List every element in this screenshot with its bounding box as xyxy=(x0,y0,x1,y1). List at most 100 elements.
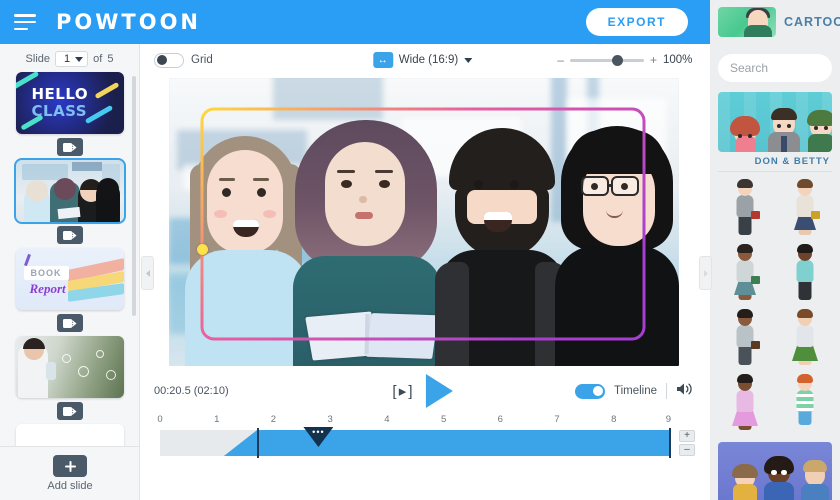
library-character-grid xyxy=(710,172,840,434)
timeline-clip-end-marker[interactable] xyxy=(669,428,671,458)
preview-slide-icon[interactable]: [ ▸ ] xyxy=(392,382,412,400)
timeline-tick: 6 xyxy=(497,414,503,425)
divider xyxy=(666,383,667,399)
zoom-control: – + 100% xyxy=(557,53,697,67)
timeline-fade-in xyxy=(223,430,258,456)
slide-thumbnail-2[interactable] xyxy=(13,158,126,224)
library-tab-label: CARTOON xyxy=(784,15,840,29)
timeline-label: Timeline xyxy=(613,385,657,397)
brand-logo: POWTOON xyxy=(56,10,202,34)
library-item-man-teal-shirt[interactable] xyxy=(776,241,834,304)
library-bottom-banner[interactable] xyxy=(718,442,832,500)
chevron-down-icon xyxy=(75,56,84,62)
search-placeholder: Search xyxy=(730,61,769,75)
add-slide-button[interactable] xyxy=(53,455,87,477)
slide-thumbnail-1[interactable]: HELLO CLASS xyxy=(15,72,124,134)
timeline: 0 1 2 3 4 5 6 7 8 9 ••• + – xyxy=(148,414,697,474)
canvas-wrap xyxy=(146,78,701,366)
playback-right-controls: Timeline xyxy=(574,382,693,401)
grid-toggle[interactable] xyxy=(154,52,184,68)
insert-slide-icon[interactable] xyxy=(56,226,83,244)
play-icon[interactable] xyxy=(425,374,453,408)
canvas-character-photo-girl[interactable] xyxy=(291,116,441,366)
zoom-slider-knob[interactable] xyxy=(611,54,623,66)
slides-panel: Slide 1 of 5 HELLO CLASS BOOK Report Add… xyxy=(0,44,140,500)
slide3-banner-text: BOOK xyxy=(23,266,69,280)
slide-number-value: 1 xyxy=(64,53,71,65)
timeline-tick: 4 xyxy=(384,414,390,425)
export-button[interactable]: EXPORT xyxy=(585,8,688,36)
timeline-zoom-in-button[interactable]: + xyxy=(679,430,695,442)
library-item-businesswoman-blue-skirt[interactable] xyxy=(776,176,834,239)
time-current: 00:20.5 xyxy=(154,385,191,397)
hamburger-icon[interactable] xyxy=(14,14,36,30)
stage-toolbar: Grid ↔ Wide (16:9) – + 100% xyxy=(140,44,705,76)
library-panel: Search DON & BETTY xyxy=(710,44,840,500)
insert-slide-icon[interactable] xyxy=(56,138,83,156)
library-item-woman-green-dress[interactable] xyxy=(776,306,834,369)
slide-list[interactable]: HELLO CLASS BOOK Report xyxy=(0,70,139,446)
speaker-icon[interactable] xyxy=(676,382,693,401)
timeline-tick: 8 xyxy=(611,414,617,425)
insert-slide-icon[interactable] xyxy=(56,402,83,420)
timeline-zoom-controls: + – xyxy=(679,430,695,456)
zoom-out-button[interactable]: – xyxy=(557,53,564,67)
slide1-title-line2: CLASS xyxy=(31,102,88,120)
slides-scrollbar[interactable] xyxy=(132,76,136,316)
slide1-title-line1: HELLO xyxy=(31,85,89,103)
library-banner-title: DON & BETTY xyxy=(754,156,830,167)
library-item-businessman-grey-suit[interactable] xyxy=(716,176,774,239)
library-tab-header[interactable]: CARTOON xyxy=(710,0,840,44)
total-slides: 5 xyxy=(107,53,114,65)
library-item-woman-teal-dress[interactable] xyxy=(716,241,774,304)
slide-counter: Slide 1 of 5 xyxy=(0,44,139,70)
collapse-left-panel-handle[interactable] xyxy=(141,256,154,290)
zoom-in-button[interactable]: + xyxy=(650,53,657,67)
timeline-clip-start-marker[interactable] xyxy=(257,428,260,458)
timeline-tick: 2 xyxy=(270,414,277,425)
slide-word: Slide xyxy=(25,53,51,65)
stage: Grid ↔ Wide (16:9) – + 100% 00:20.5 (02:… xyxy=(140,44,705,500)
library-item-boy-striped-shirt[interactable] xyxy=(776,371,834,434)
timeline-tick: 7 xyxy=(554,414,560,425)
timeline-tick: 3 xyxy=(327,414,333,425)
library-item-man-grey-shirt-briefcase[interactable] xyxy=(716,306,774,369)
collapse-right-panel-handle[interactable] xyxy=(699,256,712,290)
timeline-tick: 0 xyxy=(157,414,163,425)
time-total: (02:10) xyxy=(193,385,229,397)
selection-anchor-dot[interactable] xyxy=(196,244,208,255)
library-tab-thumbnail xyxy=(718,7,776,37)
slide-canvas[interactable] xyxy=(168,78,679,366)
search-input[interactable]: Search xyxy=(718,54,832,82)
aspect-ratio-label: Wide (16:9) xyxy=(398,54,459,66)
aspect-ratio-dropdown[interactable]: ↔ Wide (16:9) xyxy=(372,52,473,68)
zoom-value: 100% xyxy=(663,54,693,66)
canvas-character-bearded-man[interactable] xyxy=(434,128,569,366)
slide-thumbnail-5[interactable] xyxy=(15,424,124,446)
powtoon-editor: POWTOON EXPORT CARTOON Slide 1 of 5 xyxy=(0,0,840,500)
slide3-script-text: Report xyxy=(29,281,66,296)
playback-time: 00:20.5 (02:10) xyxy=(154,385,229,397)
timeline-ruler: 0 1 2 3 4 5 6 7 8 9 xyxy=(157,414,672,430)
timeline-tick: 9 xyxy=(665,414,672,425)
slide-thumbnail-4[interactable] xyxy=(15,336,124,398)
timeline-track[interactable]: ••• xyxy=(160,427,671,458)
canvas-character-glasses-girl[interactable] xyxy=(554,126,679,366)
chevron-down-icon xyxy=(464,57,473,63)
library-banner[interactable] xyxy=(718,92,832,152)
slide-thumbnail-3[interactable]: BOOK Report xyxy=(15,248,124,310)
add-slide-label: Add slide xyxy=(47,480,93,492)
playback-controls: [ ▸ ] xyxy=(392,374,453,408)
resize-horizontal-icon: ↔ xyxy=(372,52,393,68)
insert-slide-icon[interactable] xyxy=(56,314,83,332)
grid-label: Grid xyxy=(191,54,213,66)
timeline-tick: 1 xyxy=(214,414,220,425)
of-word: of xyxy=(93,53,103,65)
zoom-slider[interactable] xyxy=(569,54,644,66)
timeline-toggle[interactable] xyxy=(574,383,605,399)
timeline-zoom-out-button[interactable]: – xyxy=(679,444,695,456)
add-slide-area: Add slide xyxy=(0,446,139,500)
library-item-girl-pink-dress[interactable] xyxy=(716,371,774,434)
slide-number-dropdown[interactable]: 1 xyxy=(55,51,89,67)
timeline-tick: 5 xyxy=(440,414,447,425)
